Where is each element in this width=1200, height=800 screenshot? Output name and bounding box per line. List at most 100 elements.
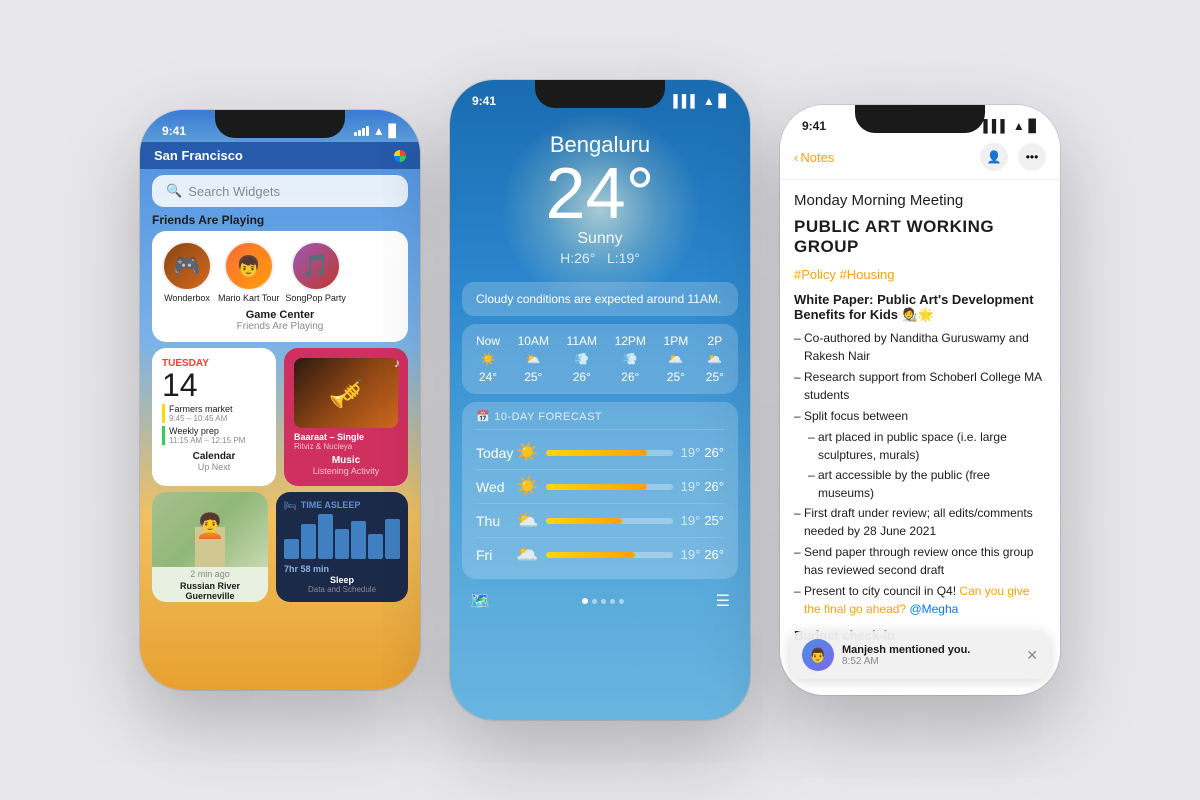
sleep-bars: [284, 514, 400, 559]
calendar-footer-sub: Up Next: [162, 462, 266, 472]
calendar-small-icon: 📅: [476, 410, 490, 423]
sleep-bar-3: [318, 514, 333, 559]
game-center-widget[interactable]: 🎮 Wonderbox 👦 Mario Kart Tour 🎵 SongPop …: [152, 231, 408, 342]
dot-5: [619, 599, 624, 604]
sleep-title-label: TIME ASLEEP: [301, 500, 361, 510]
calendar-footer: Calendar: [162, 451, 266, 462]
notes-more-button[interactable]: •••: [1018, 143, 1046, 171]
sleep-bar-6: [368, 534, 383, 559]
hourly-11am-temp: 26°: [573, 370, 591, 384]
note-tags: #Policy #Housing: [794, 267, 1046, 282]
forecast-thu: Thu ⛅ 19° 25°: [476, 504, 724, 538]
notes-back-button[interactable]: ‹ Notes: [794, 150, 834, 165]
music-footer: Music: [294, 455, 398, 466]
calendar-event-2: Weekly prep 11:15 AM – 12:15 PM: [162, 426, 266, 445]
hourly-1pm-icon: 🌥️: [668, 352, 683, 366]
forecast-today-bar: [546, 450, 647, 456]
hourly-now-temp: 24°: [479, 370, 497, 384]
avatar-wonderbox: 🎮: [162, 241, 212, 291]
phone-3-wifi: ▲: [1013, 119, 1025, 133]
weather-background: 9:41 ▌▌▌ ▲ ▊ Bengaluru 24° Sunny H:26° L…: [450, 80, 750, 720]
forecast-today: Today ☀️ 19° 26°: [476, 436, 724, 470]
forecast-fri-bar: [546, 552, 634, 558]
notes-back-label: Notes: [800, 150, 834, 165]
forecast-fri-icon: 🌥️: [516, 544, 538, 565]
game-avatar-2: 👦 Mario Kart Tour: [218, 241, 279, 303]
weather-city: Bengaluru: [450, 112, 750, 158]
dot-2: [592, 599, 597, 604]
calendar-event-1: Farmers market 9:45 – 10:45 AM: [162, 404, 266, 423]
map-icon: 🗺️: [470, 591, 490, 611]
maps-location-name: Russian River Guerneville: [152, 581, 268, 601]
maps-city: Russian River: [180, 581, 240, 591]
forecast-thu-icon: ⛅: [516, 510, 538, 531]
sleep-bar-5: [351, 521, 366, 559]
chevron-left-icon: ‹: [794, 150, 798, 165]
hourly-2p-icon: 🌥️: [707, 352, 722, 366]
notification-close-button[interactable]: ✕: [1026, 647, 1038, 664]
forecast-wed-bar: [546, 484, 647, 490]
sleep-footer-sub: Data and Schedule: [284, 585, 400, 594]
game3-label: SongPop Party: [285, 293, 346, 303]
phone-1-notch: [215, 110, 345, 138]
music-song: Baaraat – Single: [294, 432, 398, 442]
hourly-11am-icon: 💨: [574, 352, 589, 366]
notes-content: Monday Morning Meeting PUBLIC ART WORKIN…: [780, 180, 1060, 650]
cal-event1-time: 9:45 – 10:45 AM: [169, 414, 266, 423]
forecast-today-bar-wrapper: [546, 450, 672, 456]
forecast-thu-high: 25°: [704, 513, 724, 528]
weather-alert: Cloudy conditions are expected around 11…: [462, 282, 738, 316]
ellipsis-icon: •••: [1026, 150, 1039, 164]
bullet-3: Split focus between: [794, 407, 1046, 425]
hourly-11am-time: 11AM: [567, 334, 597, 348]
maps-bg: 🧑‍🦱: [152, 492, 268, 567]
maps-town: Guerneville: [185, 591, 234, 601]
signal-icon: [354, 126, 369, 136]
calendar-widget[interactable]: Tuesday 14 Farmers market 9:45 – 10:45 A…: [152, 348, 276, 486]
forecast-header: 📅 10-DAY FORECAST: [476, 410, 724, 430]
maps-avatar: 🧑‍🦱: [195, 512, 225, 541]
phone-2-wifi: ▲: [703, 94, 715, 108]
sub-bullet-2: art accessible by the public (free museu…: [794, 466, 1046, 502]
phone-1-status-icons: ▲ ▊: [354, 124, 398, 138]
hourly-10am-time: 10AM: [518, 334, 549, 348]
music-note-icon: ♪: [394, 356, 400, 370]
music-widget[interactable]: ♪ 🎺 Baaraat – Single Ritviz & Nucleya Mu…: [284, 348, 408, 486]
bullet-6: Present to city council in Q4! Can you g…: [794, 582, 1046, 618]
hourly-row: Now ☀️ 24° 10AM ⛅ 25° 11AM 💨 26° 12PM 💨: [476, 334, 724, 384]
maps-widget[interactable]: 🧑‍🦱 2 min ago Russian River Guerneville …: [152, 492, 268, 602]
widget-search[interactable]: 🔍 Search Widgets: [152, 175, 408, 207]
forecast-fri-bar-wrapper: [546, 552, 672, 558]
notes-share-button[interactable]: 👤: [980, 143, 1008, 171]
list-icon: ☰: [716, 591, 730, 611]
note-title: Monday Morning Meeting: [794, 192, 1046, 209]
phone-3-notes: 9:41 ▌▌▌ ▲ ▊ ‹ Notes 👤 ••• Monday: [780, 105, 1060, 695]
hourly-12pm-temp: 26°: [621, 370, 639, 384]
avatar-songpop: 🎵: [291, 241, 341, 291]
forecast-fri-label: Fri: [476, 547, 516, 563]
hourly-1pm: 1PM 🌥️ 25°: [664, 334, 689, 384]
music-album-art: 🎺: [294, 358, 398, 428]
weather-bottom-bar: 🗺️ ☰: [450, 579, 750, 619]
bullet-1: Co-authored by Nanditha Guruswamy and Ra…: [794, 329, 1046, 365]
wifi-icon: ▲: [373, 124, 385, 138]
notification-person-icon: 👨: [809, 647, 826, 664]
hourly-2p-temp: 25°: [706, 370, 724, 384]
sleep-widget[interactable]: 🛏 TIME ASLEEP 7hr 58 min Sleep Data and …: [276, 492, 408, 602]
phone-3-battery: ▊: [1029, 119, 1038, 133]
game-center-title: Game Center: [162, 309, 398, 321]
notes-background: 9:41 ▌▌▌ ▲ ▊ ‹ Notes 👤 ••• Monday: [780, 105, 1060, 695]
game-center-section-label: Friends Are Playing: [152, 213, 408, 227]
sleep-duration: 7hr 58 min: [284, 563, 400, 575]
phone-2-time: 9:41: [472, 94, 496, 108]
phone-1-time: 9:41: [162, 124, 186, 138]
forecast-wed: Wed ☀️ 19° 26°: [476, 470, 724, 504]
sleep-min-label: min: [311, 564, 330, 574]
forecast-fri: Fri 🌥️ 19° 26°: [476, 538, 724, 571]
sleep-footer: Sleep: [284, 575, 400, 585]
phone-2-weather: 9:41 ▌▌▌ ▲ ▊ Bengaluru 24° Sunny H:26° L…: [450, 80, 750, 720]
forecast-thu-bar: [546, 518, 622, 524]
mention-notification[interactable]: 👨 Manjesh mentioned you. 8:52 AM ✕: [790, 631, 1050, 679]
search-icon: 🔍: [166, 183, 182, 199]
battery-icon: ▊: [389, 124, 398, 138]
